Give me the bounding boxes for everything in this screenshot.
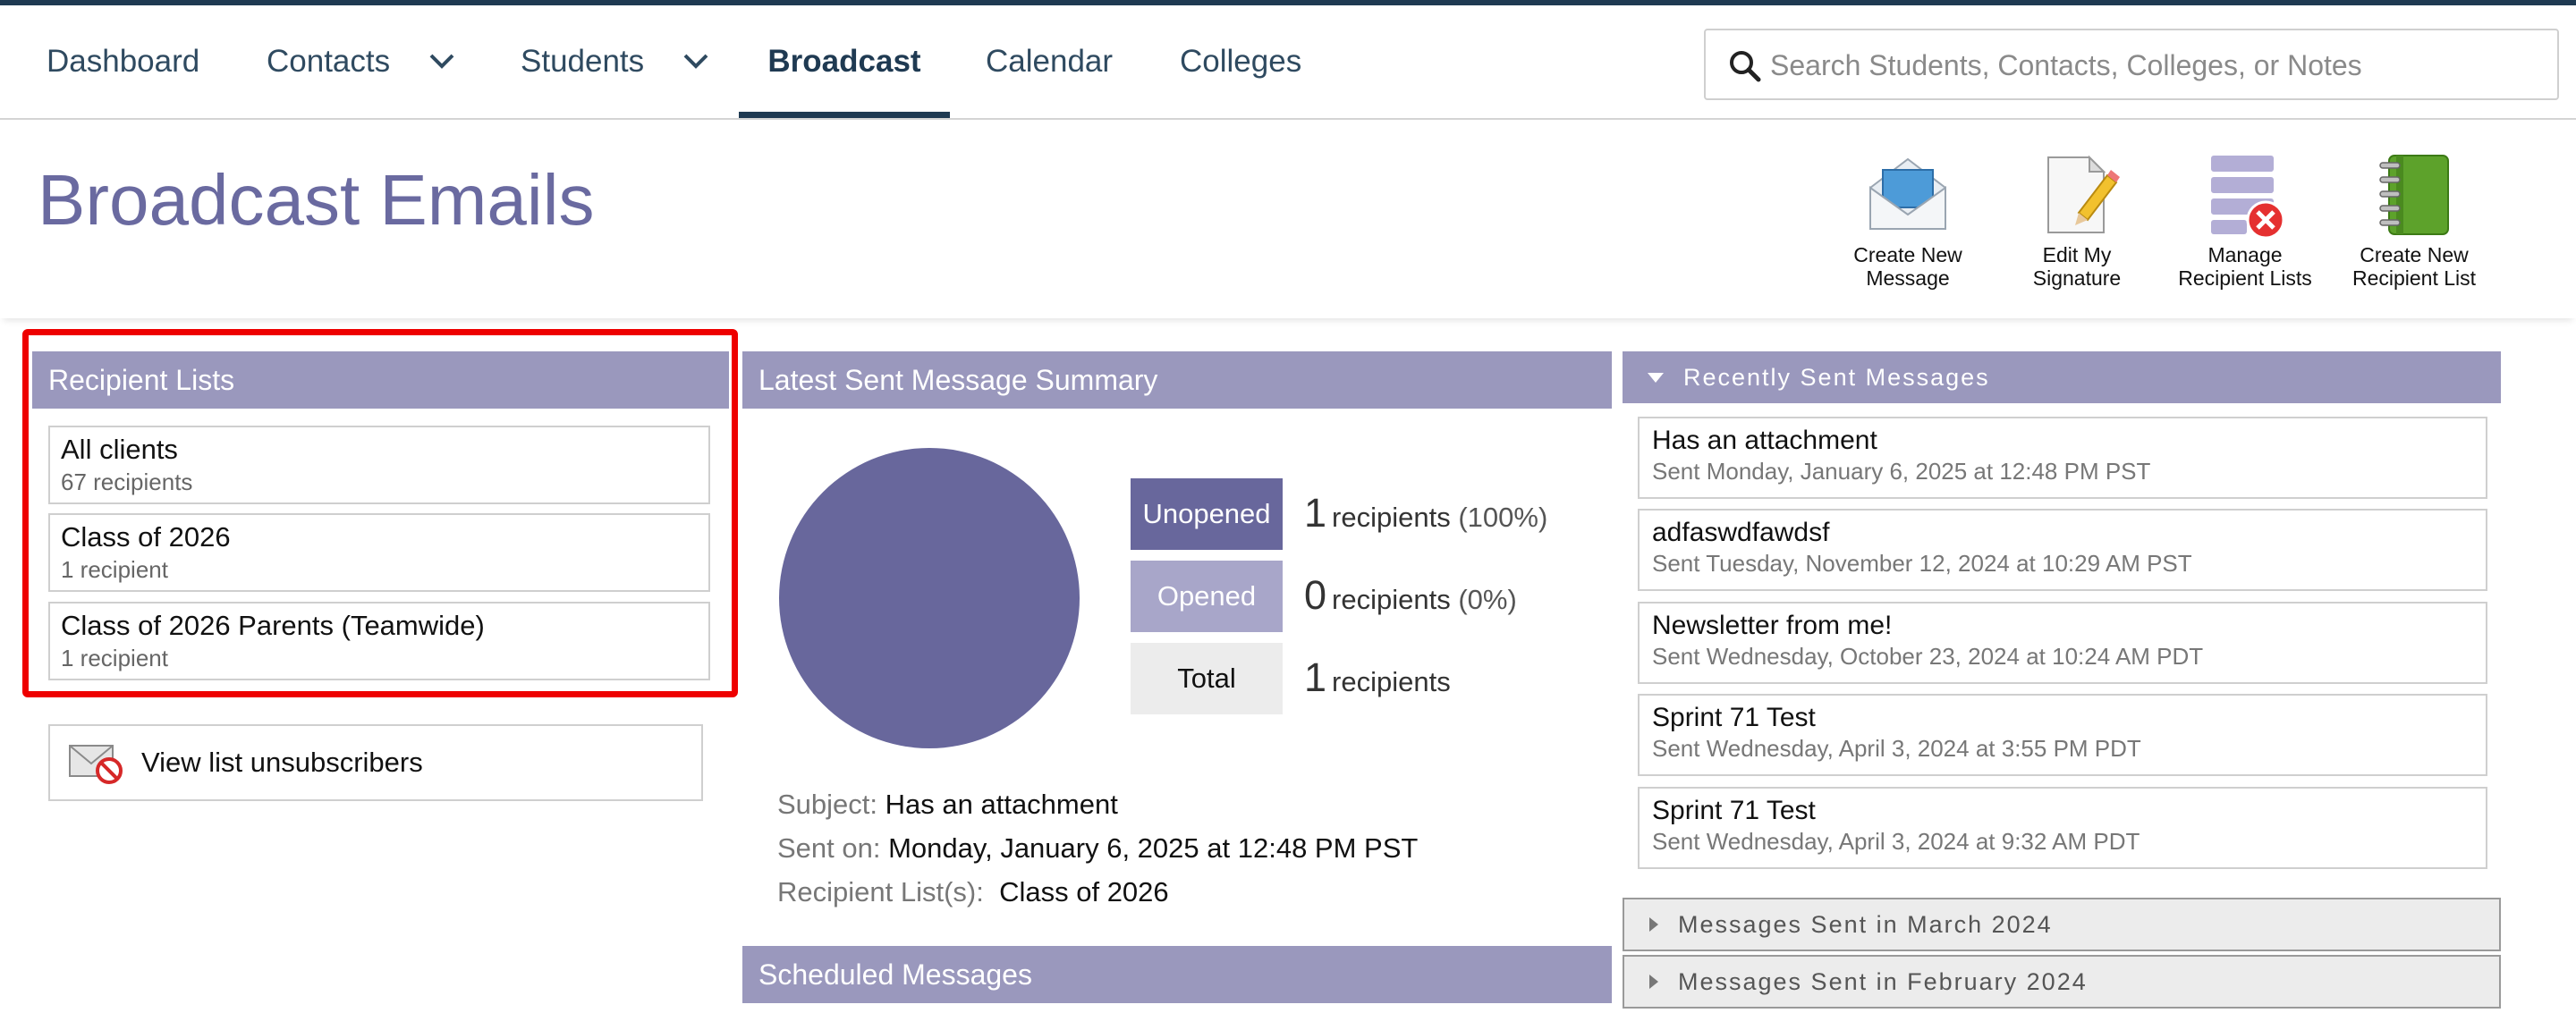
caret-right-icon [1649,975,1658,989]
stat-value-unopened: 1 recipients (100%) [1304,490,1548,536]
unsubscribe-envelope-icon [69,745,123,784]
sent-message-item[interactable]: Sprint 71 Test Sent Wednesday, April 3, … [1638,787,2487,869]
envelope-icon [1863,150,1953,240]
summary-subject: Subject: Has an attachment [777,789,1118,820]
stat-label-unopened: Unopened [1131,478,1283,550]
tool-label: Manage Recipient Lists [2178,243,2312,290]
stat-value-opened: 0 recipients (0%) [1304,572,1517,618]
top-nav: Dashboard Contacts Students Broadcast Ca… [0,5,2576,120]
open-rate-pie [779,448,1080,748]
tool-label: Create New Recipient List [2351,243,2477,290]
nav-calendar[interactable]: Calendar [986,5,1113,118]
sent-message-item[interactable]: Has an attachment Sent Monday, January 6… [1638,417,2487,499]
summary-header: Latest Sent Message Summary [742,351,1612,409]
scheduled-messages-header: Scheduled Messages [742,946,1612,1003]
chevron-down-icon[interactable] [424,43,460,79]
caret-down-icon [1648,372,1664,383]
pie-slice-unopened [779,448,1080,748]
stat-value-total: 1 recipients [1304,654,1451,700]
nav-broadcast[interactable]: Broadcast [739,5,950,118]
messages-group-march-2024[interactable]: Messages Sent in March 2024 [1623,898,2501,951]
nav-dashboard[interactable]: Dashboard [47,5,199,118]
search-input[interactable] [1768,39,2541,91]
recently-sent-header[interactable]: Recently Sent Messages [1623,351,2501,403]
page-title: Broadcast Emails [38,160,595,240]
list-remove-icon [2200,150,2290,240]
sent-message-item[interactable]: Newsletter from me! Sent Wednesday, Octo… [1638,602,2487,684]
highlight-box [22,329,738,697]
chevron-down-icon[interactable] [678,43,714,79]
notebook-icon [2369,150,2459,240]
search-box [1704,29,2559,100]
summary-recipient-lists: Recipient List(s): Class of 2026 [777,876,1169,907]
tool-label: Create New Message [1853,243,1962,290]
stat-label-opened: Opened [1131,561,1283,632]
pencil-document-icon [2032,150,2122,240]
manage-recipient-lists-button[interactable]: Manage Recipient Lists [2169,150,2321,290]
sent-message-item[interactable]: adfaswdfawdsf Sent Tuesday, November 12,… [1638,509,2487,591]
edit-my-signature-button[interactable]: Edit My Signature [2001,150,2153,290]
summary-sent-on: Sent on: Monday, January 6, 2025 at 12:4… [777,832,1419,864]
create-new-message-button[interactable]: Create New Message [1832,150,1984,290]
nav-colleges[interactable]: Colleges [1180,5,1301,118]
caret-right-icon [1649,917,1658,932]
sent-message-item[interactable]: Sprint 71 Test Sent Wednesday, April 3, … [1638,694,2487,776]
view-unsubscribers-button[interactable]: View list unsubscribers [48,724,703,801]
search-icon [1730,51,1761,82]
nav-students[interactable]: Students [521,5,644,118]
stat-label-total: Total [1131,643,1283,714]
nav-contacts[interactable]: Contacts [267,5,390,118]
messages-group-february-2024[interactable]: Messages Sent in February 2024 [1623,955,2501,1009]
tool-label: Edit My Signature [2032,243,2122,290]
create-new-recipient-list-button[interactable]: Create New Recipient List [2338,150,2490,290]
